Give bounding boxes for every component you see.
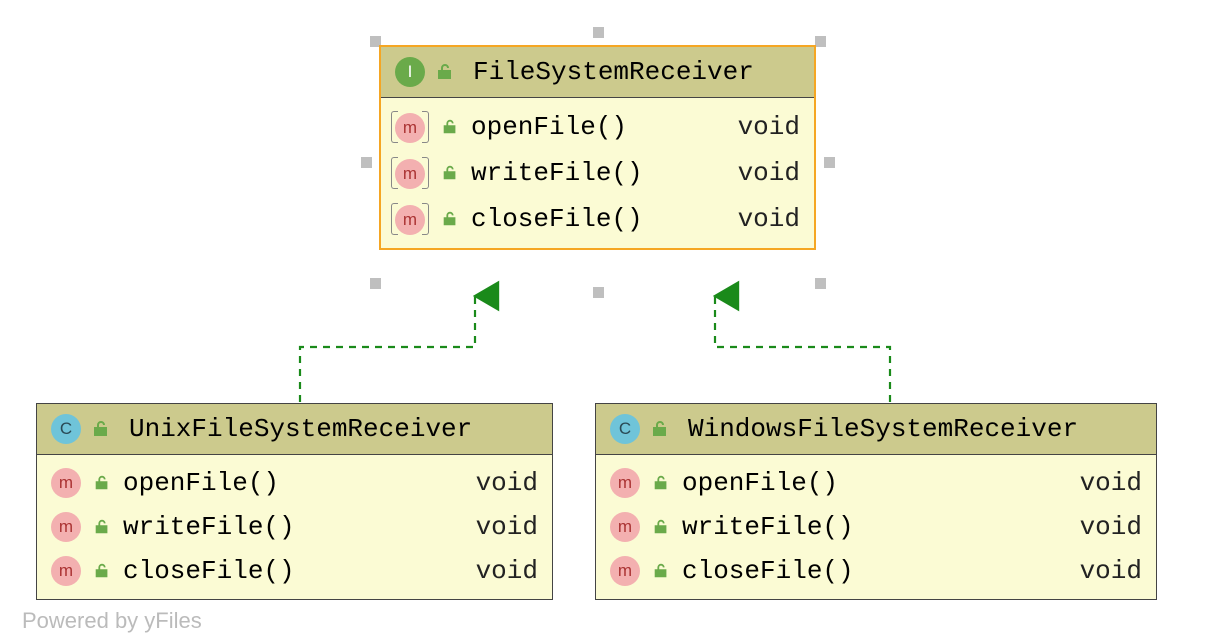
method-name: openFile() xyxy=(682,468,1068,498)
method-icon: m xyxy=(610,468,640,498)
method-icon: m xyxy=(610,512,640,542)
lock-open-icon xyxy=(652,518,670,536)
method-name: closeFile() xyxy=(471,204,726,234)
method-icon: m xyxy=(51,556,81,586)
method-row[interactable]: m writeFile() void xyxy=(381,150,814,196)
selection-handle[interactable] xyxy=(361,157,372,168)
method-row[interactable]: m closeFile() void xyxy=(37,549,552,593)
selection-handle[interactable] xyxy=(370,278,381,289)
realization-windows xyxy=(715,296,890,402)
lock-open-icon xyxy=(435,62,455,82)
lock-open-icon xyxy=(93,474,111,492)
selection-handle[interactable] xyxy=(593,27,604,38)
method-name: closeFile() xyxy=(682,556,1068,586)
selection-handle[interactable] xyxy=(824,157,835,168)
uml-body: m openFile() void m writeFile() void m c… xyxy=(37,455,552,599)
method-row[interactable]: m openFile() void xyxy=(37,461,552,505)
method-row[interactable]: m writeFile() void xyxy=(37,505,552,549)
method-type: void xyxy=(738,204,800,234)
uml-class-windows[interactable]: C WindowsFileSystemReceiver m openFile()… xyxy=(595,403,1157,600)
method-type: void xyxy=(476,468,538,498)
method-type: void xyxy=(738,158,800,188)
method-name: writeFile() xyxy=(123,512,464,542)
uml-class-unix[interactable]: C UnixFileSystemReceiver m openFile() vo… xyxy=(36,403,553,600)
method-icon: m xyxy=(51,512,81,542)
method-row[interactable]: m writeFile() void xyxy=(596,505,1156,549)
method-type: void xyxy=(738,112,800,142)
diagram-canvas[interactable]: I FileSystemReceiver m openFile() void m… xyxy=(0,0,1210,640)
uml-header: I FileSystemReceiver xyxy=(381,47,814,98)
method-icon: m xyxy=(610,556,640,586)
method-row[interactable]: m openFile() void xyxy=(596,461,1156,505)
watermark: Powered by yFiles xyxy=(22,608,202,634)
class-name: UnixFileSystemReceiver xyxy=(129,414,472,444)
method-type: void xyxy=(1080,556,1142,586)
uml-body: m openFile() void m writeFile() void m c… xyxy=(596,455,1156,599)
selection-handle[interactable] xyxy=(815,278,826,289)
selection-handle[interactable] xyxy=(815,36,826,47)
class-icon: C xyxy=(51,414,81,444)
method-name: writeFile() xyxy=(682,512,1068,542)
lock-open-icon xyxy=(652,474,670,492)
interface-name: FileSystemReceiver xyxy=(473,57,754,87)
method-name: openFile() xyxy=(471,112,726,142)
method-icon: m xyxy=(51,468,81,498)
method-name: closeFile() xyxy=(123,556,464,586)
selection-handle[interactable] xyxy=(593,287,604,298)
method-icon: m xyxy=(395,113,425,143)
method-type: void xyxy=(476,512,538,542)
method-row[interactable]: m closeFile() void xyxy=(381,196,814,242)
uml-header: C WindowsFileSystemReceiver xyxy=(596,404,1156,455)
class-name: WindowsFileSystemReceiver xyxy=(688,414,1078,444)
class-icon: C xyxy=(610,414,640,444)
method-type: void xyxy=(1080,468,1142,498)
uml-body: m openFile() void m writeFile() void m c… xyxy=(381,98,814,248)
realization-unix xyxy=(300,296,475,402)
lock-open-icon xyxy=(650,419,670,439)
method-row[interactable]: m closeFile() void xyxy=(596,549,1156,593)
method-type: void xyxy=(1080,512,1142,542)
lock-open-icon xyxy=(441,210,459,228)
method-type: void xyxy=(476,556,538,586)
method-name: writeFile() xyxy=(471,158,726,188)
lock-open-icon xyxy=(652,562,670,580)
lock-open-icon xyxy=(441,164,459,182)
interface-icon: I xyxy=(395,57,425,87)
lock-open-icon xyxy=(93,562,111,580)
method-icon: m xyxy=(395,159,425,189)
method-row[interactable]: m openFile() void xyxy=(381,104,814,150)
uml-interface-filesystemreceiver[interactable]: I FileSystemReceiver m openFile() void m… xyxy=(379,45,816,250)
method-name: openFile() xyxy=(123,468,464,498)
method-icon: m xyxy=(395,205,425,235)
lock-open-icon xyxy=(91,419,111,439)
lock-open-icon xyxy=(441,118,459,136)
lock-open-icon xyxy=(93,518,111,536)
uml-header: C UnixFileSystemReceiver xyxy=(37,404,552,455)
